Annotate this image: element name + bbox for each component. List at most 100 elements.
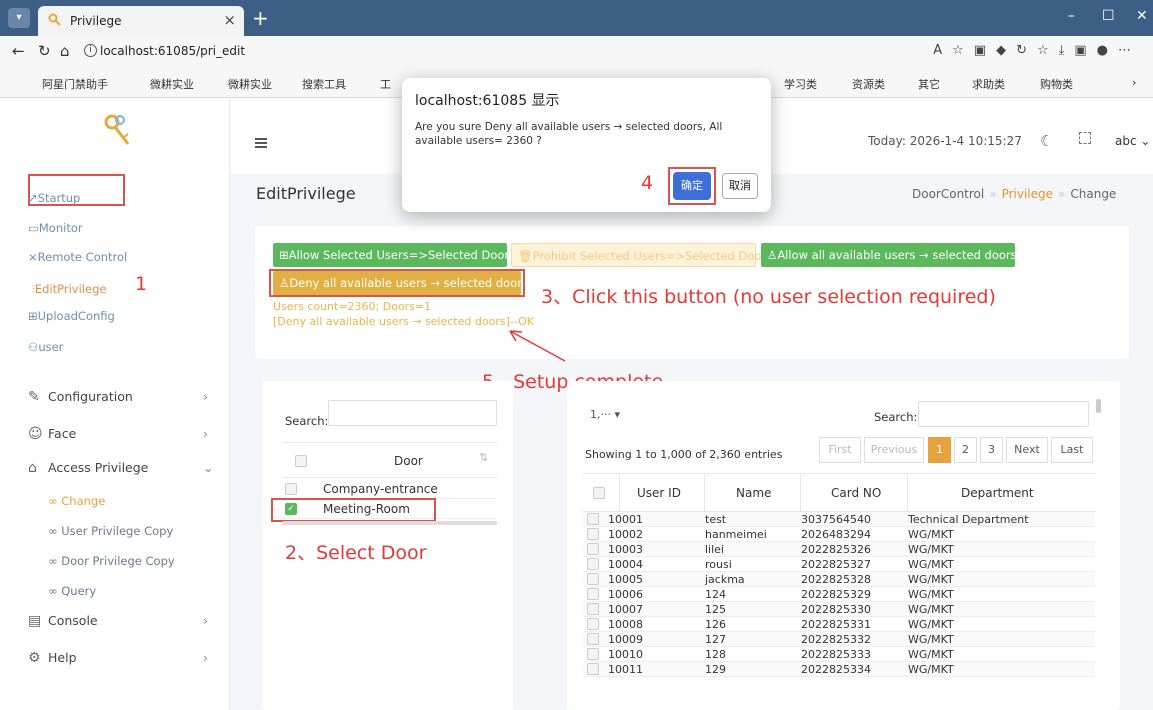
user-row-checkbox[interactable] <box>587 603 599 615</box>
menu-configuration[interactable]: ✎ Configuration › <box>28 389 208 405</box>
fullscreen-icon[interactable] <box>1079 132 1091 144</box>
table-row[interactable]: 10005 jackma 2022825328 WG/MKT <box>583 572 1095 587</box>
menu-console[interactable]: ▤ Console › <box>28 613 208 629</box>
allow-all-button[interactable]: ♙Allow all available users → selected do… <box>761 243 1017 267</box>
door-row[interactable]: Company-entrance <box>283 480 497 499</box>
submenu-change[interactable]: ∞ Change <box>48 494 105 508</box>
column-department[interactable]: Department <box>961 486 1034 500</box>
user-row-checkbox[interactable] <box>587 513 599 525</box>
pager-page-1[interactable]: 1 <box>928 437 951 463</box>
minimize-icon[interactable]: – <box>1068 8 1075 24</box>
pager-next[interactable]: Next <box>1006 437 1048 463</box>
submenu-door-privilege-copy[interactable]: ∞ Door Privilege Copy <box>48 554 175 568</box>
table-row[interactable]: 10006 124 2022825329 WG/MKT <box>583 587 1095 602</box>
bookmark-item[interactable]: 购物类 <box>1040 76 1073 92</box>
result-status-text: [Deny all available users → selected doo… <box>273 315 534 328</box>
breadcrumb: DoorControl» Privilege» Change <box>912 187 1117 201</box>
column-card-no[interactable]: Card NO <box>831 486 881 500</box>
bookmark-item[interactable]: 微耕实业 <box>150 76 194 92</box>
bookmark-item[interactable]: 阿星门禁助手 <box>42 76 108 92</box>
bookmark-item[interactable]: 求助类 <box>972 76 1005 92</box>
door-checkbox[interactable] <box>285 483 297 495</box>
pager-page-3[interactable]: 3 <box>980 437 1003 463</box>
prohibit-selected-button[interactable]: 🗑Prohibit Selected Users=>Selected Doors <box>511 243 772 267</box>
table-row[interactable]: 10003 lilei 2022825326 WG/MKT <box>583 542 1095 557</box>
user-row-checkbox[interactable] <box>587 588 599 600</box>
door-scrollbar[interactable] <box>283 521 497 525</box>
moon-icon[interactable]: ☾ <box>1040 132 1053 150</box>
select-all-doors-checkbox[interactable] <box>295 455 307 467</box>
table-row[interactable]: 10009 127 2022825332 WG/MKT <box>583 632 1095 647</box>
url-field[interactable]: localhost:61085/pri_edit <box>100 44 245 58</box>
breadcrumb-item[interactable]: Privilege <box>1002 187 1053 201</box>
site-info-icon[interactable]: i <box>84 44 97 57</box>
bookmark-item[interactable]: 学习类 <box>784 76 817 92</box>
home-icon[interactable]: ⌂ <box>60 42 70 60</box>
users-scrollbar[interactable] <box>1096 399 1101 413</box>
tab-actions-button[interactable]: ▾ <box>8 8 30 28</box>
page-size-select[interactable]: 1,··· ▾ <box>585 403 637 429</box>
table-row[interactable]: 10001 test 3037564540 Technical Department <box>583 512 1095 527</box>
pager-previous[interactable]: Previous <box>864 437 924 463</box>
user-row-checkbox[interactable] <box>587 633 599 645</box>
door-search-input[interactable] <box>328 400 497 426</box>
menu-face[interactable]: ☺ Face › <box>28 426 208 442</box>
user-search-input[interactable] <box>918 401 1089 427</box>
table-row[interactable]: 10002 hanmeimei 2026483294 WG/MKT <box>583 527 1095 542</box>
menu-help[interactable]: ⚙ Help › <box>28 650 208 666</box>
bookmark-item[interactable]: 资源类 <box>852 76 885 92</box>
pager-first[interactable]: First <box>819 437 861 463</box>
sort-icon[interactable]: ⇅ <box>479 451 488 464</box>
pager-page-2[interactable]: 2 <box>954 437 977 463</box>
annotation-step-2: 2、Select Door <box>285 542 427 564</box>
user-row-checkbox[interactable] <box>587 543 599 555</box>
browser-toolbar-icons[interactable]: A☆▣◆↻☆⤓▣●⋯ <box>933 43 1141 58</box>
home-icon: ⌂ <box>28 460 37 476</box>
user-row-checkbox[interactable] <box>587 648 599 660</box>
sidebar-link-user[interactable]: ⚇user <box>28 340 63 354</box>
allow-selected-button[interactable]: ⊞Allow Selected Users=>Selected Doors <box>273 243 515 267</box>
table-row[interactable]: 10010 128 2022825333 WG/MKT <box>583 647 1095 662</box>
close-tab-icon[interactable]: × <box>223 11 236 29</box>
submenu-query[interactable]: ∞ Query <box>48 584 96 598</box>
dialog-cancel-button[interactable]: 取消 <box>722 173 758 199</box>
user-row-checkbox[interactable] <box>587 558 599 570</box>
user-row-checkbox[interactable] <box>587 528 599 540</box>
more-bookmarks-icon[interactable]: › <box>1132 76 1136 89</box>
name-cell: 125 <box>705 603 726 616</box>
menu-label: Console <box>48 613 98 628</box>
sidebar-link-remote-control[interactable]: ⨯Remote Control <box>28 250 127 264</box>
user-menu[interactable]: abc ⌄ <box>1115 134 1150 148</box>
bookmark-item[interactable]: 搜索工具 <box>302 76 346 92</box>
sidebar-link-monitor[interactable]: ▭Monitor <box>28 221 83 235</box>
column-name[interactable]: Name <box>736 486 771 500</box>
sidebar-link-editprivilege[interactable]: ⫶EditPrivilege <box>32 282 106 297</box>
card-no-cell: 2022825329 <box>801 588 871 601</box>
pager-last[interactable]: Last <box>1051 437 1093 463</box>
door-column-header[interactable]: Door <box>394 454 423 468</box>
select-all-users-checkbox[interactable] <box>593 487 605 499</box>
table-row[interactable]: 10011 129 2022825334 WG/MKT <box>583 662 1095 677</box>
maximize-icon[interactable]: ☐ <box>1102 8 1115 24</box>
table-row[interactable]: 10008 126 2022825331 WG/MKT <box>583 617 1095 632</box>
browser-tab[interactable]: Privilege × <box>38 6 244 36</box>
bookmark-item[interactable]: 工 <box>380 76 391 92</box>
user-row-checkbox[interactable] <box>587 573 599 585</box>
user-row-checkbox[interactable] <box>587 663 599 675</box>
table-row[interactable]: 10004 rousi 2022825327 WG/MKT <box>583 557 1095 572</box>
new-tab-icon[interactable]: + <box>252 6 269 30</box>
back-icon[interactable]: ← <box>12 42 25 60</box>
bookmark-item[interactable]: 其它 <box>918 76 940 92</box>
table-row[interactable]: 10007 125 2022825330 WG/MKT <box>583 602 1095 617</box>
sidebar-link-uploadconfig[interactable]: ⊞UploadConfig <box>28 309 115 323</box>
bookmark-item[interactable]: 微耕实业 <box>228 76 272 92</box>
column-user-id[interactable]: User ID <box>637 486 681 500</box>
breadcrumb-item[interactable]: DoorControl <box>912 187 984 201</box>
submenu-user-privilege-copy[interactable]: ∞ User Privilege Copy <box>48 524 173 538</box>
menu-toggle-icon[interactable] <box>255 138 267 148</box>
reload-icon[interactable]: ↻ <box>38 42 51 60</box>
user-row-checkbox[interactable] <box>587 618 599 630</box>
keys-logo-icon <box>104 114 130 145</box>
close-window-icon[interactable]: ✕ <box>1136 8 1148 24</box>
menu-access-privilege[interactable]: ⌂ Access Privilege ⌄ <box>28 460 213 476</box>
